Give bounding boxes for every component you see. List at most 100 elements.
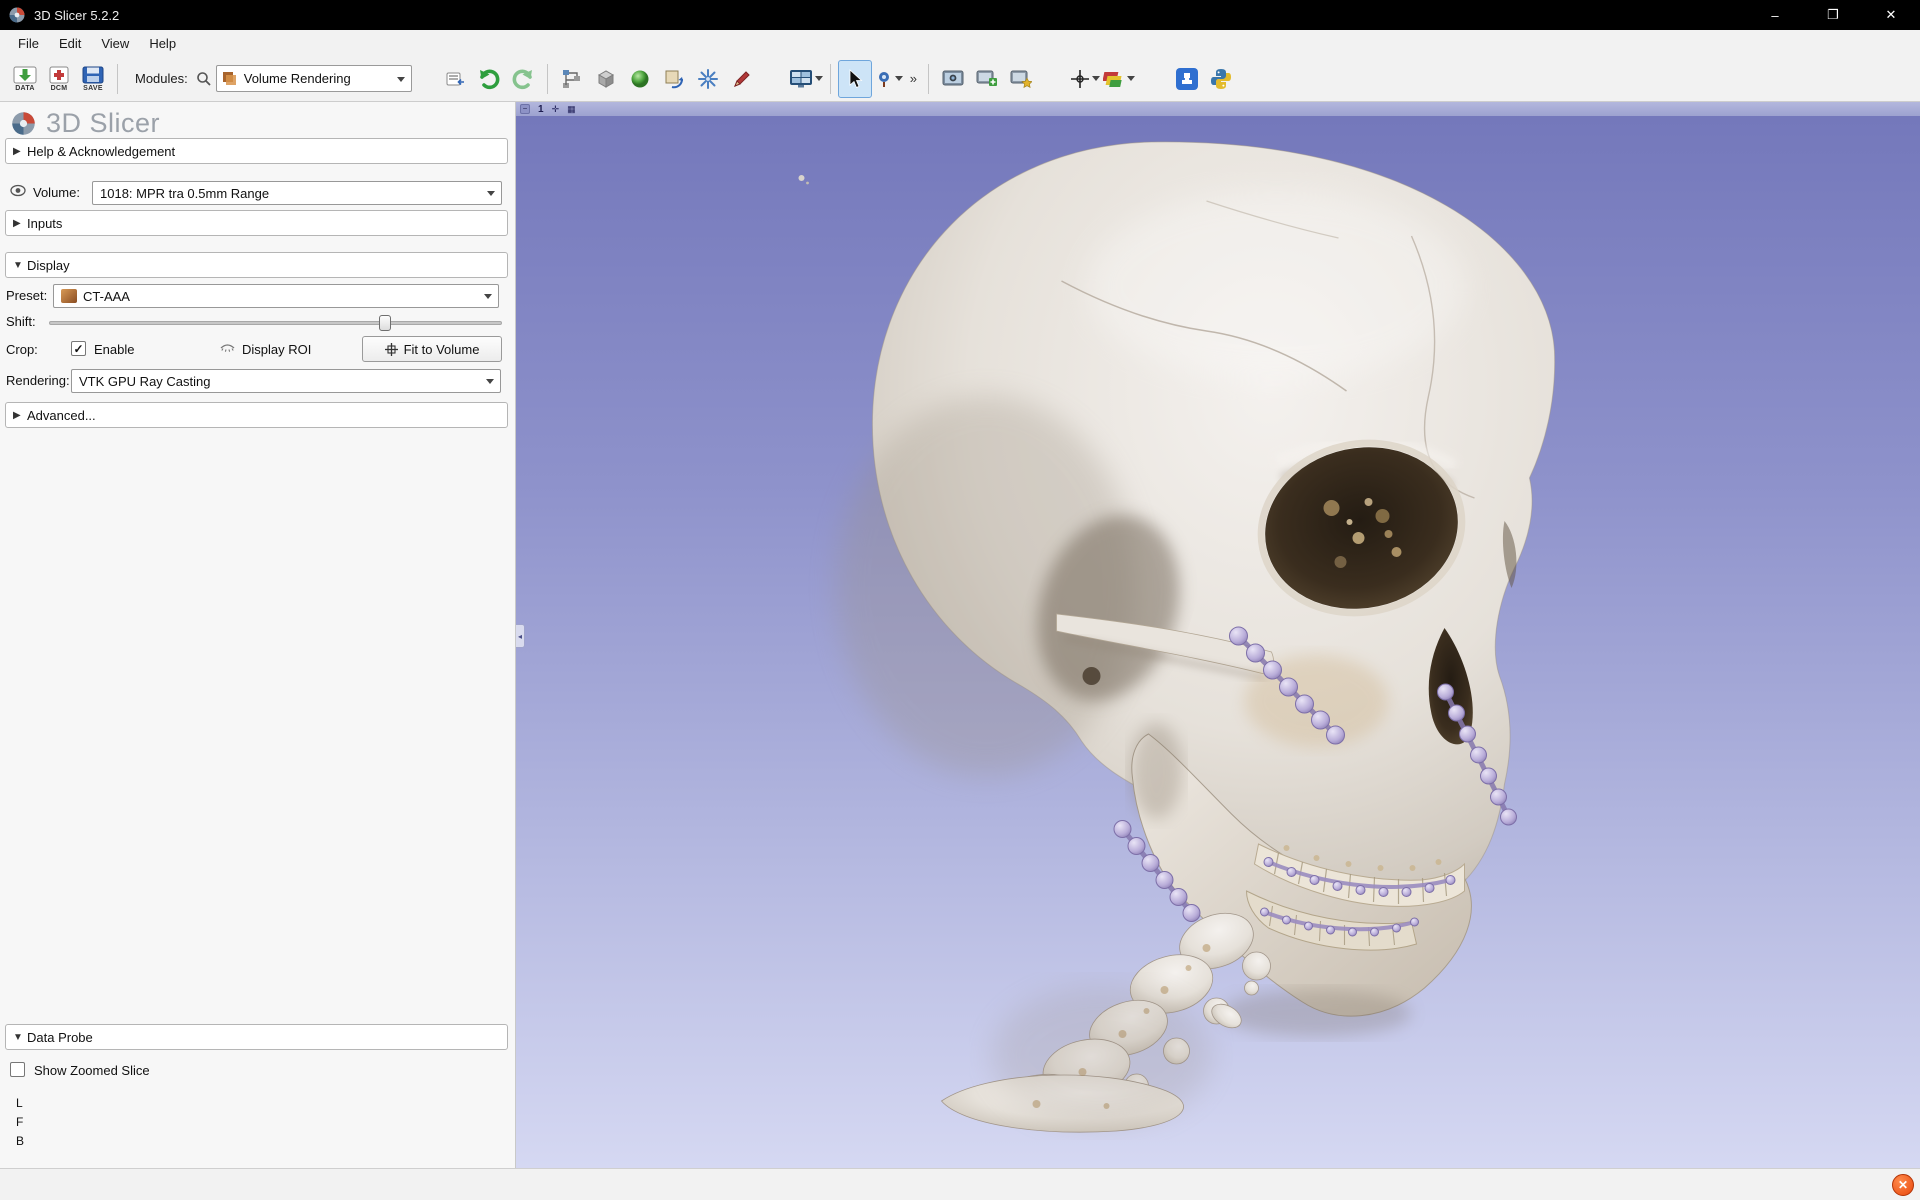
menu-view[interactable]: View	[91, 33, 139, 54]
save-button[interactable]: SAVE	[76, 60, 110, 98]
search-icon	[196, 71, 212, 87]
advanced-section-label: Advanced...	[27, 408, 96, 423]
fit-icon	[385, 343, 398, 356]
inputs-section[interactable]: ▶ Inputs	[5, 210, 508, 236]
load-dicom-icon	[47, 66, 71, 84]
expand-down-icon: ▼	[13, 1032, 27, 1043]
view-crosshair-icon[interactable]: ✛	[552, 105, 560, 114]
menu-bar: File Edit View Help	[0, 30, 1920, 56]
shift-slider[interactable]	[49, 321, 502, 325]
maximize-button[interactable]: ❐	[1804, 0, 1862, 30]
toolbar-separator	[928, 64, 929, 94]
python-console-button[interactable]	[1204, 60, 1238, 98]
menu-help[interactable]: Help	[139, 33, 186, 54]
mouse-pointer-icon	[846, 69, 864, 89]
expand-down-icon: ▼	[13, 260, 27, 271]
display-section-label: Display	[27, 258, 70, 273]
show-zoomed-slice-checkbox[interactable]	[10, 1062, 25, 1077]
module-forward-button[interactable]	[506, 60, 540, 98]
volumes-module-button[interactable]	[589, 60, 623, 98]
volumes-module-icon	[595, 68, 617, 90]
back-arrow-icon	[477, 67, 501, 91]
inputs-section-label: Inputs	[27, 216, 62, 231]
models-module-button[interactable]	[623, 60, 657, 98]
layout-selector-button[interactable]	[789, 60, 823, 98]
fit-to-volume-button[interactable]: Fit to Volume	[362, 336, 502, 362]
chevron-down-icon	[815, 76, 823, 81]
extensions-manager-button[interactable]	[1170, 60, 1204, 98]
chevron-down-icon	[487, 191, 495, 196]
chevron-down-icon	[486, 379, 494, 384]
rendering-combo[interactable]: VTK GPU Ray Casting	[71, 369, 501, 393]
forward-arrow-icon	[511, 67, 535, 91]
window-title: 3D Slicer 5.2.2	[34, 8, 119, 23]
annotations-module-button[interactable]	[691, 60, 725, 98]
screenshot-icon	[942, 69, 964, 89]
volume-combo-value: 1018: MPR tra 0.5mm Range	[100, 186, 269, 201]
expand-right-icon: ▶	[13, 146, 27, 157]
scene-view-capture-button[interactable]	[970, 60, 1004, 98]
help-section-label: Help & Acknowledgement	[27, 144, 175, 159]
show-zoomed-slice-label: Show Zoomed Slice	[34, 1063, 150, 1078]
help-acknowledgement-section[interactable]: ▶ Help & Acknowledgement	[5, 138, 508, 164]
slicer-logo-row: 3D Slicer	[10, 108, 160, 139]
module-back-button[interactable]	[472, 60, 506, 98]
layout-selector-icon	[789, 69, 813, 89]
error-log-button[interactable]: ✕	[1892, 1174, 1914, 1196]
place-point-button[interactable]	[872, 60, 906, 98]
scene-view-restore-icon	[1010, 69, 1032, 89]
title-bar: 3D Slicer 5.2.2 – ❐ ✕	[0, 0, 1920, 30]
data-probe-section[interactable]: ▼ Data Probe	[5, 1024, 508, 1050]
markups-module-button[interactable]	[725, 60, 759, 98]
module-selector-combo[interactable]: Volume Rendering	[216, 65, 412, 92]
mouse-interaction-button[interactable]	[838, 60, 872, 98]
preset-combo-value: CT-AAA	[83, 289, 130, 304]
panel-splitter-handle[interactable]: ◂	[516, 624, 525, 648]
preset-label: Preset:	[6, 288, 47, 303]
close-button[interactable]: ✕	[1862, 0, 1920, 30]
expand-right-icon: ▶	[13, 410, 27, 421]
chevron-down-icon	[1092, 76, 1100, 81]
load-data-button[interactable]: DATA	[8, 60, 42, 98]
models-module-icon	[629, 68, 651, 90]
orientation-f-label: F	[16, 1115, 23, 1129]
slice-intersections-button[interactable]	[1102, 60, 1136, 98]
scene-view-restore-button[interactable]	[1004, 60, 1038, 98]
module-selector-value: Volume Rendering	[244, 71, 351, 86]
toolbar-overflow-button[interactable]: »	[906, 71, 921, 86]
display-roi-icon	[220, 342, 235, 357]
volume-combo[interactable]: 1018: MPR tra 0.5mm Range	[92, 181, 502, 205]
expand-right-icon: ▶	[13, 218, 27, 229]
shift-slider-handle[interactable]	[379, 315, 391, 331]
crop-enable-checkbox[interactable]	[71, 341, 86, 356]
view-pin-button[interactable]: −	[520, 104, 530, 114]
screenshot-button[interactable]	[936, 60, 970, 98]
python-console-icon	[1209, 67, 1233, 91]
transforms-module-button[interactable]	[657, 60, 691, 98]
load-data-icon	[13, 66, 37, 84]
data-module-icon	[561, 68, 583, 90]
advanced-section[interactable]: ▶ Advanced...	[5, 402, 508, 428]
view-name-label: 1	[538, 104, 544, 115]
slice-intersections-icon	[1103, 69, 1125, 89]
preset-combo[interactable]: CT-AAA	[53, 284, 499, 308]
module-search-button[interactable]	[192, 66, 216, 92]
data-module-button[interactable]	[555, 60, 589, 98]
shift-label: Shift:	[6, 314, 36, 329]
minimize-button[interactable]: –	[1746, 0, 1804, 30]
toolbar-separator	[547, 64, 548, 94]
threeD-render-canvas[interactable]: ◂	[516, 116, 1920, 1168]
display-section[interactable]: ▼ Display	[5, 252, 508, 278]
display-roi-label[interactable]: Display ROI	[242, 342, 311, 357]
menu-file[interactable]: File	[8, 33, 49, 54]
chevron-down-icon	[895, 76, 903, 81]
crosshair-icon	[1070, 69, 1090, 89]
data-probe-section-label: Data Probe	[27, 1030, 93, 1045]
view-layout-grid-icon[interactable]: ▦	[567, 105, 576, 114]
load-dicom-button[interactable]: DCM	[42, 60, 76, 98]
fit-to-volume-label: Fit to Volume	[404, 342, 480, 357]
crosshair-button[interactable]	[1068, 60, 1102, 98]
main-content: 3D Slicer ▶ Help & Acknowledgement Volum…	[0, 102, 1920, 1168]
menu-edit[interactable]: Edit	[49, 33, 91, 54]
module-history-button[interactable]	[438, 60, 472, 98]
